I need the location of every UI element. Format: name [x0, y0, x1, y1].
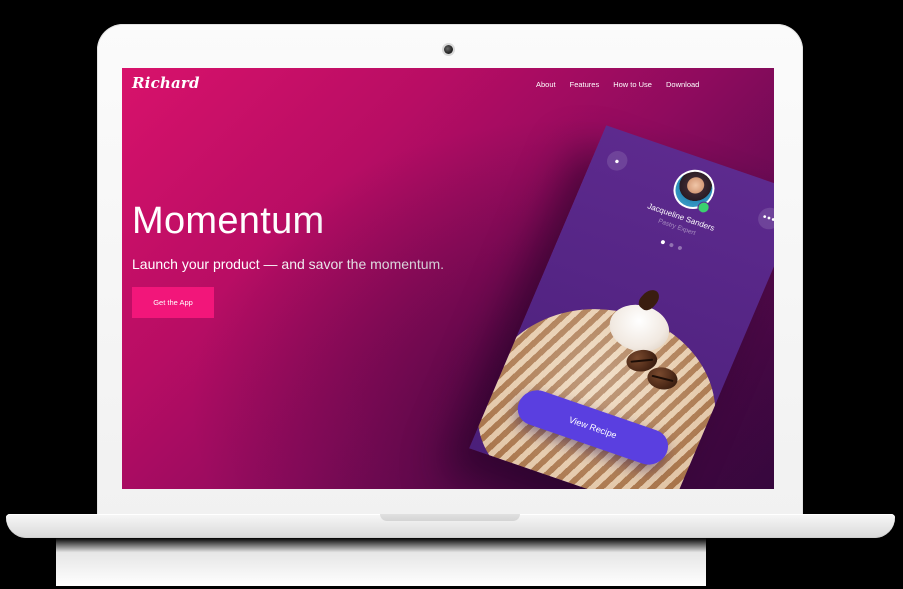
laptop-mockup: Richard About Features How to Use Downlo… — [0, 0, 903, 589]
brand-logo[interactable]: Richard — [132, 74, 200, 92]
hero-title: Momentum — [132, 200, 325, 242]
laptop-screen: Richard About Features How to Use Downlo… — [122, 68, 774, 489]
get-the-app-button[interactable]: Get the App — [132, 287, 214, 318]
avatar — [667, 164, 721, 215]
nav-item-how-to-use[interactable]: How to Use — [613, 80, 652, 89]
nav-item-about[interactable]: About — [536, 80, 556, 89]
carousel-pager — [660, 239, 683, 251]
main-nav: About Features How to Use Download — [536, 80, 713, 89]
laptop-notch — [380, 514, 520, 521]
pager-dot-active[interactable] — [660, 239, 666, 245]
nav-item-features[interactable]: Features — [570, 80, 600, 89]
more-horizontal-icon[interactable]: ••• — [754, 204, 774, 233]
ice-cream-scoop — [469, 278, 748, 489]
camera-icon — [444, 45, 453, 54]
phone-mockup: ● ••• Jacqueline Sanders Pastry Expert V… — [452, 125, 774, 489]
pager-dot[interactable] — [677, 245, 683, 251]
pager-dot[interactable] — [668, 242, 675, 248]
profile-role: Pastry Expert — [656, 217, 697, 237]
dot-icon[interactable]: ● — [603, 148, 631, 174]
laptop-reflection — [56, 538, 706, 586]
nav-item-download[interactable]: Download — [666, 80, 699, 89]
laptop-base — [6, 514, 895, 538]
hero-subtitle: Launch your product — and savor the mome… — [132, 256, 445, 272]
phone-screen: ● ••• Jacqueline Sanders Pastry Expert V… — [469, 125, 774, 489]
